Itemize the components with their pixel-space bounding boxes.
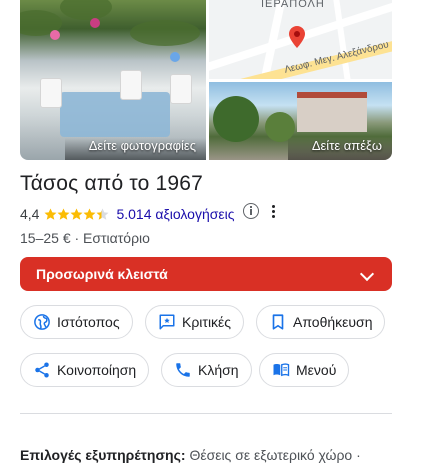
share-button[interactable]: Κοινοποίηση <box>20 353 150 387</box>
temporarily-closed-banner[interactable]: Προσωρινά κλειστά <box>20 257 392 291</box>
stars-icon <box>44 208 109 220</box>
photo-gallery: Δείτε φωτογραφίες ΙΕΡΑΠΟΛΗ Λεωφ. Μεγ. Αλ… <box>20 0 392 160</box>
flower-decoration <box>50 30 60 40</box>
map-thumbnail[interactable]: ΙΕΡΑΠΟΛΗ Λεωφ. Μεγ. Αλεξάνδρου <box>209 0 392 79</box>
chair-shape <box>170 74 192 104</box>
more-options-icon[interactable] <box>272 205 276 219</box>
street-view-photo[interactable]: Δείτε απέξω <box>209 82 392 160</box>
restaurant-photo[interactable]: Δείτε φωτογραφίες <box>20 0 206 160</box>
save-button[interactable]: Αποθήκευση <box>256 305 386 339</box>
see-outside-label[interactable]: Δείτε απέξω <box>287 138 392 160</box>
flower-decoration <box>170 52 180 62</box>
table-shape <box>60 92 170 137</box>
chevron-down-icon <box>359 266 375 282</box>
map-road <box>332 0 352 79</box>
menu-label: Μενού <box>296 362 337 378</box>
phone-icon <box>176 363 190 377</box>
reviews-label: Κριτικές <box>182 314 232 330</box>
foliage-decoration <box>130 20 200 46</box>
section-divider <box>20 413 392 414</box>
see-photos-label[interactable]: Δείτε φωτογραφίες <box>64 138 206 160</box>
reviews-count-link[interactable]: 5.014 αξιολογήσεις <box>116 206 234 222</box>
price-category: 15–25 € · Εστιατόριο <box>20 230 150 246</box>
website-label: Ιστότοπος <box>57 314 120 330</box>
tree-shape <box>213 96 259 142</box>
rating-row: 4,4 5.014 αξιολογήσεις <box>20 204 234 224</box>
foliage-decoration <box>60 0 112 20</box>
website-button[interactable]: Ιστότοπος <box>20 305 133 339</box>
review-bubble-icon <box>159 314 175 330</box>
chair-shape <box>40 78 62 108</box>
map-area-label: ΙΕΡΑΠΟΛΗ <box>261 0 325 10</box>
building-shape <box>297 92 367 132</box>
info-icon[interactable] <box>243 203 259 219</box>
place-title: Τάσος από το 1967 <box>20 172 204 195</box>
flower-decoration <box>90 18 100 28</box>
chair-shape <box>120 70 142 100</box>
call-label: Κλήση <box>198 362 239 378</box>
closed-label: Προσωρινά κλειστά <box>36 266 168 282</box>
reviews-button[interactable]: Κριτικές <box>145 305 245 339</box>
service-options-value: Θέσεις σε εξωτερικό χώρο · <box>189 447 361 463</box>
service-options-label: Επιλογές εξυπηρέτησης: <box>20 447 186 463</box>
rating-stars <box>44 208 110 221</box>
save-label: Αποθήκευση <box>293 314 373 330</box>
bookmark-icon <box>272 314 284 330</box>
menu-book-icon <box>273 363 290 377</box>
map-pin-icon <box>289 26 305 48</box>
share-icon <box>35 362 49 378</box>
call-button[interactable]: Κλήση <box>161 353 252 387</box>
share-label: Κοινοποίηση <box>57 362 137 378</box>
globe-icon <box>34 314 50 330</box>
rating-value: 4,4 <box>20 206 40 222</box>
menu-button[interactable]: Μενού <box>259 353 350 387</box>
service-options: Επιλογές εξυπηρέτησης: Θέσεις σε εξωτερι… <box>20 447 361 463</box>
